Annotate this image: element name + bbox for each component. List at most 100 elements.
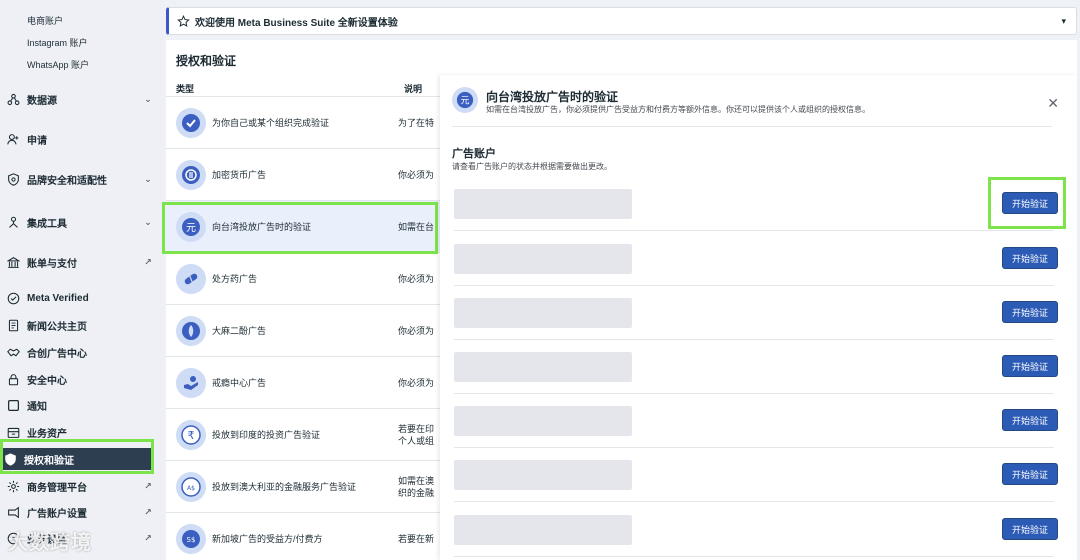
briefcase-icon <box>6 425 20 439</box>
column-header-type: 类型 <box>176 84 195 94</box>
row-title: 投放到澳大利亚的金融服务广告验证 <box>212 482 357 492</box>
sidebar-item-integration[interactable]: 集成工具 ⌄ <box>6 211 154 233</box>
chevron-down-icon[interactable]: ⌄ <box>142 216 154 228</box>
start-verification-button[interactable]: 开始验证 <box>1002 463 1058 485</box>
svg-text:₹: ₹ <box>188 429 195 442</box>
row-title: 投放到印度的投资广告验证 <box>212 430 321 440</box>
sidebar-item-news[interactable]: 新闻公共主页 <box>6 314 154 336</box>
divider <box>452 126 1052 127</box>
notification-icon <box>6 398 20 412</box>
sidebar-item-shield[interactable]: 品牌安全和适配性 ⌄ <box>6 168 154 190</box>
lock-icon <box>6 372 20 386</box>
start-verification-button[interactable]: 开始验证 <box>1002 355 1058 377</box>
welcome-banner[interactable]: 欢迎使用 Meta Business Suite 全新设置体验 ▾ <box>166 7 1077 35</box>
external-link-icon[interactable]: ↗ <box>142 506 154 518</box>
sidebar-item-label: Meta Verified <box>27 292 89 304</box>
sidebar-item-bank[interactable]: 账单与支付 ↗ <box>6 251 154 273</box>
news-icon <box>6 318 20 332</box>
start-verification-button[interactable]: 开始验证 <box>1002 247 1058 269</box>
external-link-icon[interactable]: ↗ <box>142 480 154 492</box>
account-placeholder <box>454 298 632 328</box>
watermark: 大数跨境 <box>8 532 92 554</box>
highlight-frame <box>988 177 1066 229</box>
sidebar-item-lock[interactable]: 安全中心 <box>6 368 154 390</box>
account-placeholder <box>454 189 632 219</box>
sidebar-item-label: 安全中心 <box>27 375 67 387</box>
verification-row[interactable]: 戒瘾中心广告 你必须为 <box>166 356 440 408</box>
detail-panel: 元 向台湾投放广告时的验证 如需在台湾投放广告，你必须提供广告受益方和付费方等额… <box>440 75 1077 560</box>
row-title: 为你自己或某个组织完成验证 <box>212 118 330 128</box>
sidebar-item-label: 商务管理平台 <box>27 482 87 494</box>
row-description: 为了在特 <box>398 117 435 128</box>
sidebar-subitem-ecommerce[interactable]: 电商账户 <box>27 14 63 27</box>
chevron-down-icon[interactable]: ⌄ <box>142 93 154 105</box>
account-placeholder <box>454 515 632 545</box>
sidebar-item-label: 通知 <box>27 401 47 413</box>
main-panel: 授权和验证 类型 说明 为你自己或某个组织完成验证 为了在特 加密货币广告 你必须为元… <box>162 40 1077 560</box>
verification-row[interactable]: S$ 新加坡广告的受益方/付费方 若要在新 <box>166 512 440 560</box>
verification-row[interactable]: 加密货币广告 你必须为 <box>166 148 440 200</box>
care-icon <box>176 367 206 398</box>
verified-icon <box>6 291 20 305</box>
sidebar-item-notification[interactable]: 通知 <box>6 394 154 416</box>
integration-icon <box>6 215 20 229</box>
chevron-down-icon[interactable]: ▾ <box>1061 16 1066 27</box>
sidebar-item-gear[interactable]: 商务管理平台 ↗ <box>6 475 154 497</box>
ad-account-row: 开始验证 <box>454 340 1058 394</box>
external-link-icon[interactable]: ↗ <box>142 532 154 544</box>
sgd-icon: S$ <box>176 523 206 554</box>
gear-icon <box>6 479 20 493</box>
verification-row[interactable]: ₹ 投放到印度的投资广告验证 若要在印 个人或组 <box>166 408 440 460</box>
ad-settings-icon <box>6 505 20 519</box>
ad-account-row: 开始验证 <box>454 503 1058 557</box>
verification-row[interactable]: 为你自己或某个组织完成验证 为了在特 <box>166 96 440 148</box>
row-title: 处方药广告 <box>212 274 258 284</box>
verification-row[interactable]: 处方药广告 你必须为 <box>166 252 440 304</box>
close-icon[interactable]: ✕ <box>1047 95 1059 112</box>
sidebar-item-verified[interactable]: Meta Verified <box>6 287 154 309</box>
ad-account-row: 开始验证 <box>454 448 1058 502</box>
ad-account-row: 开始验证 <box>454 286 1058 340</box>
external-link-icon[interactable]: ↗ <box>142 256 154 268</box>
row-title: 戒瘾中心广告 <box>212 378 267 388</box>
start-verification-button[interactable]: 开始验证 <box>1002 301 1058 323</box>
person-add-icon <box>6 132 20 146</box>
chevron-down-icon[interactable]: ⌄ <box>142 173 154 185</box>
rupee-icon: ₹ <box>176 419 206 450</box>
sidebar-item-handshake[interactable]: 合创广告中心 <box>6 341 154 363</box>
banner-text: 欢迎使用 Meta Business Suite 全新设置体验 <box>195 17 398 29</box>
account-placeholder <box>454 460 632 490</box>
highlight-frame <box>162 202 438 254</box>
svg-text:S$: S$ <box>187 536 196 544</box>
row-description: 你必须为 <box>398 273 435 284</box>
sidebar-item-label: 业务资产 <box>27 428 67 440</box>
row-title: 新加坡广告的受益方/付费方 <box>212 534 323 544</box>
highlight-frame <box>0 439 154 474</box>
row-title: 大麻二酚广告 <box>212 326 267 336</box>
sidebar-item-label: 申请 <box>27 135 47 147</box>
sidebar-item-label: 广告账户设置 <box>27 508 87 520</box>
sidebar-item-label: 品牌安全和适配性 <box>27 175 107 187</box>
sidebar-subitem-instagram[interactable]: Instagram 账户 <box>27 36 88 49</box>
detail-title: 向台湾投放广告时的验证 <box>486 90 619 104</box>
row-description: 若要在印 个人或组 <box>398 423 435 446</box>
column-header-description: 说明 <box>404 84 423 94</box>
row-description: 若要在新 <box>398 533 435 544</box>
start-verification-button[interactable]: 开始验证 <box>1002 518 1058 540</box>
verification-row[interactable]: 大麻二酚广告 你必须为 <box>166 304 440 356</box>
sidebar-subitem-whatsapp[interactable]: WhatsApp 账户 <box>27 58 89 71</box>
sidebar-item-ad-settings[interactable]: 广告账户设置 ↗ <box>6 501 154 523</box>
sidebar-item-label: 账单与支付 <box>27 258 77 270</box>
sidebar-item-data-sources[interactable]: 数据源 ⌄ <box>6 88 154 110</box>
sidebar-item-person-add[interactable]: 申请 <box>6 128 154 150</box>
aud-icon: A$ <box>176 471 206 502</box>
verification-row[interactable]: A$ 投放到澳大利亚的金融服务广告验证 如需在澳 织的金融 <box>166 460 440 512</box>
account-placeholder <box>454 352 632 382</box>
start-verification-button[interactable]: 开始验证 <box>1002 409 1058 431</box>
row-title: 加密货币广告 <box>212 170 267 180</box>
page-title: 授权和验证 <box>176 54 237 68</box>
ad-account-row: 开始验证 <box>454 232 1058 286</box>
ad-account-row: 开始验证 <box>454 394 1058 448</box>
shield-icon <box>6 172 20 186</box>
sidebar-item-label: 集成工具 <box>27 218 67 230</box>
